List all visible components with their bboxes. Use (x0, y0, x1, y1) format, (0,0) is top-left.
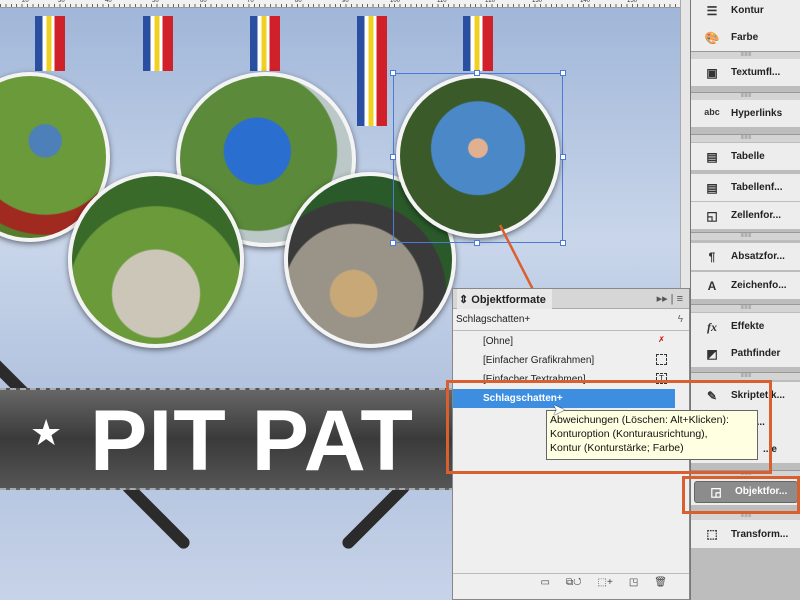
dock-item-zeichenformate[interactable]: A Zeichenfo... (691, 272, 800, 299)
mouse-cursor-icon: ➤ (552, 402, 566, 419)
resize-handle[interactable] (560, 70, 566, 76)
style-label: [Ohne] (483, 336, 514, 347)
tooltip-line: Abweichungen (Löschen: Alt+Klicken): (550, 414, 729, 426)
dock-item-textumfluss[interactable]: ▣ Textumfl... (691, 59, 800, 86)
panel-footer: ▭ ⧉↺ ⬚+ ◳ 🗑 (453, 573, 689, 591)
dock-separator[interactable]: IIIIIIII (691, 134, 800, 142)
dock-label: Pathfinder (731, 348, 781, 359)
cell-styles-icon: ◱ (706, 208, 718, 223)
panel-tab[interactable]: ⇕ Objektformate (457, 288, 552, 309)
photo-circle[interactable] (68, 172, 244, 348)
table-icon: ▤ (706, 149, 718, 164)
ruler-label: 60 (200, 0, 207, 4)
ribbon (250, 16, 280, 71)
resize-handle[interactable] (390, 70, 396, 76)
dock-separator[interactable]: IIIIIIII (691, 372, 800, 380)
dock-item-effekte[interactable]: fx Effekte (691, 313, 800, 340)
dock-item-absatzformate[interactable]: ¶ Absatzfor... (691, 243, 800, 270)
ribbon (463, 16, 493, 71)
resize-handle[interactable] (390, 240, 396, 246)
highlight-box (682, 476, 800, 514)
panel-title: Objektformate (471, 293, 546, 306)
pathfinder-icon: ◩ (706, 346, 718, 361)
horizontal-ruler: 20 30 40 50 60 70 80 90 100 110 120 130 … (0, 0, 680, 8)
ruler-label: 120 (485, 0, 496, 4)
style-item-ohne[interactable]: [Ohne] ✗ (453, 332, 675, 351)
tooltip-line: Kontur (Konturstärke; Farbe) (550, 442, 684, 454)
palette-icon: 🎨 (704, 30, 720, 45)
ruler-label: 70 (247, 0, 254, 4)
dock-label: Tabellenf... (731, 182, 783, 193)
table-styles-icon: ▤ (706, 180, 718, 195)
dock-label: Textumfl... (731, 67, 781, 78)
ribbon (143, 16, 173, 71)
ruler-label: 50 (152, 0, 159, 4)
clear-overrides-icon[interactable]: ⧉↺ (566, 577, 582, 588)
dock-item-hyperlinks[interactable]: abc Hyperlinks (691, 100, 800, 127)
dock-separator[interactable]: IIIIIIII (691, 51, 800, 59)
trash-icon[interactable]: 🗑 (654, 577, 667, 588)
folder-icon[interactable]: ▭ (541, 577, 550, 588)
title-banner[interactable]: ★ PIT PAT (0, 388, 455, 490)
ruler-label: 110 (437, 0, 447, 4)
dock-item-tabelle[interactable]: ▤ Tabelle (691, 143, 800, 170)
fx-icon: fx (707, 319, 717, 334)
ruler-label: 140 (580, 0, 591, 4)
dock-label: Zeichenfo... (731, 280, 787, 291)
tooltip-line: Konturoption (Konturausrichtung), (550, 428, 708, 440)
dock-item-transformieren[interactable]: ⬚ Transform... (691, 520, 800, 548)
no-edit-icon: ✗ (658, 335, 665, 344)
graphic-frame-icon (656, 354, 667, 365)
resize-handle[interactable] (474, 70, 480, 76)
panel-menu-icon[interactable]: ▸▸ | ≡ (657, 292, 683, 305)
dock-label: Transform... (731, 528, 789, 540)
ruler-label: 150 (627, 0, 638, 4)
stroke-icon: ☰ (706, 3, 718, 18)
ribbon (35, 16, 65, 71)
text-wrap-icon: ▣ (706, 65, 718, 80)
resize-handle[interactable] (474, 240, 480, 246)
dock-item-zellenformate[interactable]: ◱ Zellenfor... (691, 202, 800, 229)
ruler-label: 20 (22, 0, 29, 4)
resize-handle[interactable] (560, 240, 566, 246)
dock-label: Zellenfor... (731, 210, 782, 221)
dock-separator[interactable]: IIIIIIII (691, 304, 800, 312)
dock-separator[interactable]: IIIIIIII (691, 232, 800, 240)
tooltip: Abweichungen (Löschen: Alt+Klicken): Kon… (546, 410, 758, 460)
ruler-label: 80 (295, 0, 302, 4)
clear-attributes-icon[interactable]: ⬚+ (598, 577, 613, 588)
dock-label: Absatzfor... (731, 251, 785, 262)
hyperlink-icon: abc (704, 106, 720, 117)
dock-label: Tabelle (731, 151, 765, 162)
ribbon (357, 16, 387, 126)
dock-label: Effekte (731, 321, 765, 332)
star-icon: ★ (30, 412, 63, 453)
resize-handle[interactable] (560, 154, 566, 160)
lightning-icon[interactable]: ϟ (678, 314, 683, 325)
resize-handle[interactable] (390, 154, 396, 160)
dock-label: Farbe (731, 32, 759, 43)
dock-label: Hyperlinks (731, 108, 783, 119)
banner-title: PIT PAT (90, 393, 414, 489)
dock-item-pathfinder[interactable]: ◩ Pathfinder (691, 340, 800, 367)
dock-item-tabellenformate[interactable]: ▤ Tabellenf... (691, 174, 800, 201)
ruler-label: 130 (532, 0, 543, 4)
character-styles-icon: A (707, 278, 717, 293)
current-style-label: Schlagschatten+ (456, 314, 531, 325)
ruler-label: 30 (58, 0, 65, 4)
dock-label: Kontur (731, 5, 764, 16)
style-item-graphic-frame[interactable]: [Einfacher Grafikrahmen] (453, 351, 675, 370)
transform-icon: ⬚ (706, 527, 718, 541)
new-style-icon[interactable]: ◳ (629, 577, 638, 588)
dock-item-kontur[interactable]: ☰ Kontur (691, 0, 800, 24)
ruler-label: 100 (390, 0, 401, 4)
ruler-label: 40 (105, 0, 112, 4)
paragraph-styles-icon: ¶ (708, 249, 716, 264)
dock-separator[interactable]: IIIIIIII (691, 92, 800, 100)
dock-item-farbe[interactable]: 🎨 Farbe (691, 24, 800, 51)
ruler-label: 90 (342, 0, 349, 4)
selection-frame[interactable] (390, 70, 566, 246)
style-label: [Einfacher Grafikrahmen] (483, 355, 595, 366)
